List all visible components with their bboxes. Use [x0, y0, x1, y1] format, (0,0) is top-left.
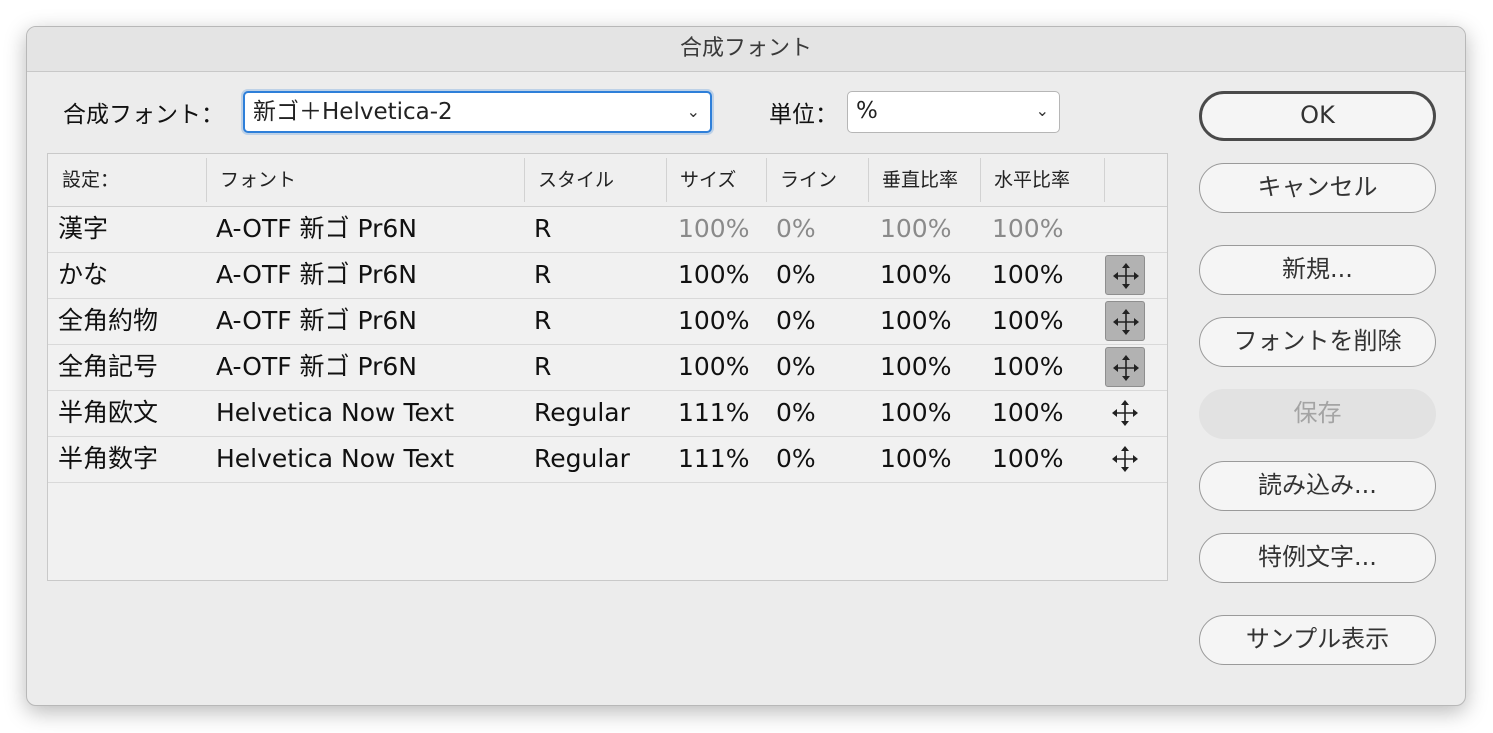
- composite-font-dialog: 合成フォント 合成フォント： 新ゴ＋Helvetica-2 ⌄ 単位： % ⌄ …: [26, 26, 1466, 706]
- cell-horizontal-scale: 100%: [992, 214, 1064, 243]
- new-button[interactable]: 新規...: [1199, 245, 1436, 295]
- dialog-title: 合成フォント: [27, 27, 1465, 72]
- cell-style: R: [534, 352, 552, 381]
- cell-line: 0%: [776, 214, 816, 243]
- cell-font: Helvetica Now Text: [216, 444, 455, 473]
- cell-size: 100%: [678, 306, 750, 335]
- header-size[interactable]: サイズ: [666, 154, 736, 206]
- chevron-down-icon: ⌄: [686, 102, 700, 121]
- sample-button[interactable]: サンプル表示: [1199, 615, 1436, 665]
- cell-size: 111%: [678, 398, 750, 427]
- cell-font: A-OTF 新ゴ Pr6N: [216, 260, 418, 289]
- composite-font-select[interactable]: 新ゴ＋Helvetica-2 ⌄: [243, 91, 712, 133]
- header-setting[interactable]: 設定：: [48, 154, 119, 206]
- cell-font: Helvetica Now Text: [216, 398, 455, 427]
- cell-size: 111%: [678, 444, 750, 473]
- table-row[interactable]: 半角数字 Helvetica Now Text Regular 111% 0% 100% 1…: [48, 436, 1167, 483]
- composite-font-label: 合成フォント：: [63, 102, 224, 128]
- cell-vertical-scale: 100%: [880, 260, 952, 289]
- cell-vertical-scale: 100%: [880, 306, 952, 335]
- cell-line: 0%: [776, 260, 816, 289]
- header-vertical-scale[interactable]: 垂直比率: [868, 154, 958, 206]
- move-arrows-icon[interactable]: [1105, 439, 1145, 479]
- cell-horizontal-scale: 100%: [992, 398, 1064, 427]
- cell-line: 0%: [776, 306, 816, 335]
- cell-style: Regular: [534, 398, 630, 427]
- table-header: 設定： フォント スタイル サイズ ライン 垂直比率 水平比率: [48, 154, 1167, 207]
- settings-table: 設定： フォント スタイル サイズ ライン 垂直比率 水平比率 漢字 A-OTF …: [47, 153, 1168, 581]
- cell-setting: かな: [58, 260, 109, 289]
- table-row[interactable]: 漢字 A-OTF 新ゴ Pr6N R 100% 0% 100% 100%: [48, 206, 1167, 253]
- cell-style: R: [534, 214, 552, 243]
- header-horizontal-scale[interactable]: 水平比率: [980, 154, 1070, 206]
- ok-button[interactable]: OK: [1199, 91, 1436, 141]
- header-style[interactable]: スタイル: [524, 154, 614, 206]
- cell-setting: 漢字: [58, 214, 109, 243]
- save-button[interactable]: 保存: [1199, 389, 1436, 439]
- table-row[interactable]: 全角記号 A-OTF 新ゴ Pr6N R 100% 0% 100% 100%: [48, 344, 1167, 391]
- unit-select[interactable]: % ⌄: [847, 91, 1060, 133]
- cell-horizontal-scale: 100%: [992, 352, 1064, 381]
- cell-style: Regular: [534, 444, 630, 473]
- cell-setting: 全角約物: [58, 306, 159, 335]
- cell-font: A-OTF 新ゴ Pr6N: [216, 306, 418, 335]
- cell-vertical-scale: 100%: [880, 444, 952, 473]
- cell-size: 100%: [678, 214, 750, 243]
- cell-style: R: [534, 306, 552, 335]
- unit-label: 単位：: [769, 102, 838, 128]
- move-arrows-icon[interactable]: [1105, 393, 1145, 433]
- cell-line: 0%: [776, 352, 816, 381]
- exceptions-button[interactable]: 特例文字...: [1199, 533, 1436, 583]
- cell-vertical-scale: 100%: [880, 352, 952, 381]
- chevron-down-icon: ⌄: [1035, 101, 1049, 120]
- cell-font: A-OTF 新ゴ Pr6N: [216, 352, 418, 381]
- cancel-button[interactable]: キャンセル: [1199, 163, 1436, 213]
- load-button[interactable]: 読み込み...: [1199, 461, 1436, 511]
- table-row[interactable]: 半角欧文 Helvetica Now Text Regular 111% 0% 100% 1…: [48, 390, 1167, 437]
- cell-font: A-OTF 新ゴ Pr6N: [216, 214, 418, 243]
- cell-vertical-scale: 100%: [880, 398, 952, 427]
- cell-line: 0%: [776, 398, 816, 427]
- table-row[interactable]: 全角約物 A-OTF 新ゴ Pr6N R 100% 0% 100% 100%: [48, 298, 1167, 345]
- cell-horizontal-scale: 100%: [992, 260, 1064, 289]
- delete-font-button[interactable]: フォントを削除: [1199, 317, 1436, 367]
- header-line[interactable]: ライン: [766, 154, 837, 206]
- cell-horizontal-scale: 100%: [992, 306, 1064, 335]
- move-arrows-icon[interactable]: [1105, 347, 1145, 387]
- cell-size: 100%: [678, 352, 750, 381]
- cell-size: 100%: [678, 260, 750, 289]
- cell-line: 0%: [776, 444, 816, 473]
- composite-font-value: 新ゴ＋Helvetica-2: [253, 99, 453, 125]
- unit-value: %: [856, 98, 878, 124]
- table-row[interactable]: かな A-OTF 新ゴ Pr6N R 100% 0% 100% 100%: [48, 252, 1167, 299]
- cell-setting: 半角欧文: [58, 398, 159, 427]
- cell-vertical-scale: 100%: [880, 214, 952, 243]
- cell-setting: 半角数字: [58, 444, 159, 473]
- header-font[interactable]: フォント: [206, 154, 296, 206]
- cell-setting: 全角記号: [58, 352, 159, 381]
- move-arrows-icon[interactable]: [1105, 255, 1145, 295]
- cell-horizontal-scale: 100%: [992, 444, 1064, 473]
- move-arrows-icon[interactable]: [1105, 301, 1145, 341]
- cell-style: R: [534, 260, 552, 289]
